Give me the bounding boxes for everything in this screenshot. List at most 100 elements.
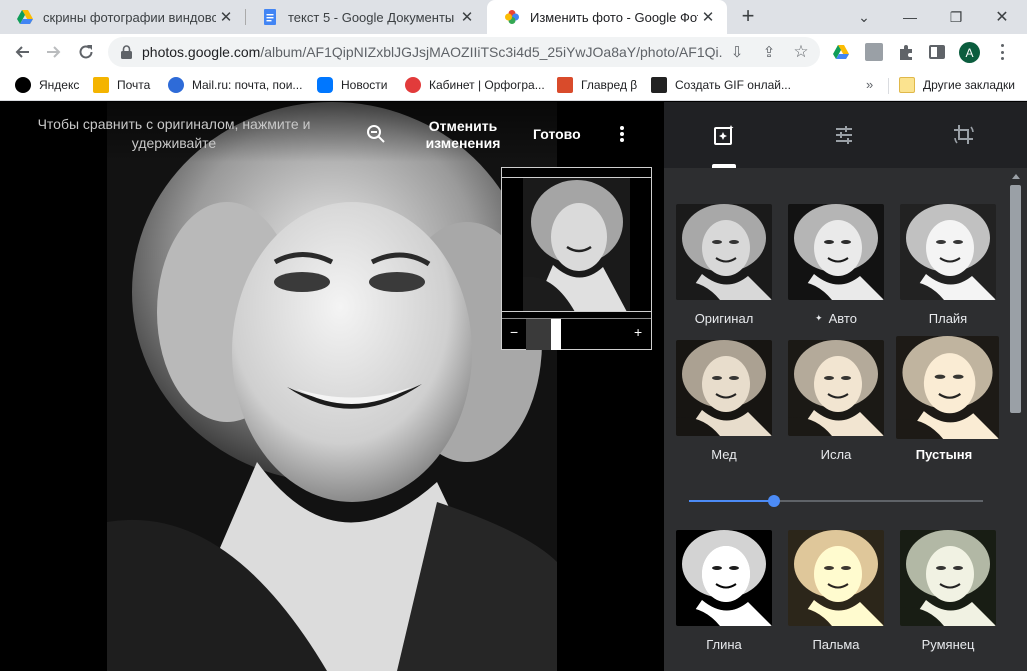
extensions-puzzle-icon[interactable]	[897, 43, 915, 61]
lock-icon[interactable]	[121, 45, 132, 59]
bookmark-star-icon[interactable]: ☆	[792, 42, 810, 61]
photo-filter-icon	[714, 125, 734, 145]
edited-photo[interactable]	[107, 102, 557, 671]
bookmark-gif-tool[interactable]: Создать GIF онлай...	[651, 76, 791, 94]
tab-crop-rotate[interactable]	[904, 102, 1024, 168]
navigator-zoom-out[interactable]: −	[510, 324, 518, 340]
reload-button[interactable]	[72, 38, 100, 66]
filter-label-row: Исла	[788, 447, 884, 462]
install-app-icon[interactable]: ⇩	[728, 43, 746, 61]
address-bar[interactable]: photos.google.com/album/AF1QipNIZxblJGJs…	[108, 37, 820, 67]
filter-thumbnail	[676, 204, 772, 300]
filter-portrait-illustration	[788, 340, 884, 436]
browser-tab-strip: скрины фотографии виндовс – ✕ текст 5 - …	[0, 0, 1027, 34]
bookmark-yandex[interactable]: Яндекс	[15, 76, 79, 94]
restore-window-icon[interactable]: ❐	[933, 0, 979, 34]
filter-thumbnail	[676, 340, 772, 436]
photo-editor-canvas: Чтобы сравнить с оригиналом, нажмите и у…	[0, 102, 664, 671]
bookmark-orfogrammka[interactable]: Кабинет | Орфогра...	[405, 76, 545, 94]
other-bookmarks-folder[interactable]: Другие закладки	[899, 76, 1015, 94]
google-photos-icon	[505, 10, 519, 24]
filter-thumbnail	[788, 340, 884, 436]
close-tab-icon[interactable]: ✕	[216, 7, 236, 27]
edit-mode-tabs	[664, 102, 1027, 168]
back-button[interactable]	[8, 38, 36, 66]
tab-title: текст 5 - Google Документы	[288, 9, 455, 25]
filter-isla[interactable]: Исла	[788, 340, 884, 462]
bookmark-label: Яндекс	[39, 78, 80, 92]
filter-palma[interactable]: Пальма	[788, 530, 884, 652]
slider-fill	[689, 500, 774, 502]
close-tab-icon[interactable]: ✕	[457, 7, 477, 27]
filter-clay[interactable]: Глина	[676, 530, 772, 652]
bookmark-label: Почта	[117, 78, 151, 92]
bookmark-mail[interactable]: Почта	[93, 76, 150, 94]
panel-scrollbar-thumb[interactable]	[1010, 185, 1021, 413]
bookmarks-bar: Яндекс Почта Mail.ru: почта, пои... Ново…	[0, 70, 1027, 101]
filter-portrait-illustration	[676, 204, 772, 300]
folder-icon	[899, 77, 915, 93]
filter-desert[interactable]: Пустыня	[896, 336, 999, 462]
google-docs-icon	[264, 9, 276, 25]
filter-original[interactable]: Оригинал	[676, 204, 772, 326]
filter-portrait-illustration	[676, 340, 772, 436]
navigator-viewport-frame[interactable]	[502, 177, 651, 312]
minimize-window-icon[interactable]: —	[887, 0, 933, 34]
filter-blush[interactable]: Румянец	[900, 530, 996, 652]
tab-docs[interactable]: текст 5 - Google Документы ✕	[245, 0, 486, 34]
tab-search-icon[interactable]: ⌄	[841, 0, 887, 34]
zoom-out-icon[interactable]	[366, 124, 386, 144]
chrome-menu-icon[interactable]	[994, 42, 1010, 62]
navigator-zoom-track[interactable]	[526, 319, 551, 350]
filter-portrait-illustration	[676, 530, 772, 626]
filter-auto[interactable]: ✦ Авто	[788, 204, 884, 326]
scroll-up-arrow-icon[interactable]	[1012, 174, 1020, 179]
close-window-icon[interactable]: ✕	[979, 0, 1025, 34]
extension-photo-icon[interactable]	[865, 43, 883, 61]
tab-title: Изменить фото - Google Фото	[530, 9, 698, 25]
filter-label: Оригинал	[694, 311, 754, 326]
bookmark-label: Mail.ru: почта, пои...	[192, 78, 303, 92]
filter-thumbnail	[900, 530, 996, 626]
filter-portrait-illustration	[900, 204, 996, 300]
filter-honey[interactable]: Мед	[676, 340, 772, 462]
more-options-icon[interactable]	[616, 124, 628, 144]
more-bookmarks-button[interactable]: »	[866, 77, 873, 92]
tab-photos-active[interactable]: Изменить фото - Google Фото ✕	[487, 0, 727, 34]
filter-thumbnail	[900, 204, 996, 300]
bookmark-mailru[interactable]: Mail.ru: почта, пои...	[168, 76, 302, 94]
share-icon[interactable]: ⇪	[760, 43, 778, 61]
google-drive-extension-icon[interactable]	[832, 43, 850, 61]
tab-drive[interactable]: скрины фотографии виндовс – ✕	[0, 0, 245, 34]
glavred-icon	[557, 77, 573, 93]
browser-toolbar: photos.google.com/album/AF1QipNIZxblJGJs…	[0, 34, 1027, 70]
tab-adjust[interactable]	[784, 102, 904, 168]
side-panel-icon[interactable]	[928, 43, 946, 61]
new-tab-button[interactable]: +	[737, 5, 759, 28]
mail-icon	[93, 77, 109, 93]
tune-sliders-icon	[836, 126, 852, 144]
bookmark-label: Главред β	[581, 78, 638, 92]
other-bookmarks-label: Другие закладки	[923, 78, 1015, 92]
profile-avatar[interactable]: A	[959, 42, 980, 63]
done-button[interactable]: Готово	[533, 126, 581, 142]
filter-thumbnail	[896, 336, 999, 439]
tab-filters[interactable]	[664, 102, 784, 168]
slider-handle[interactable]	[768, 495, 780, 507]
bookmark-vk-news[interactable]: Новости	[317, 76, 387, 94]
forward-button[interactable]	[40, 38, 68, 66]
filter-playa[interactable]: Плайя	[900, 204, 996, 326]
close-tab-icon[interactable]: ✕	[698, 7, 718, 27]
bookmark-label: Создать GIF онлай...	[675, 78, 791, 92]
filter-label-row: Пустыня	[896, 447, 992, 462]
navigator-zoom-handle[interactable]	[551, 319, 561, 350]
bookmark-glavred[interactable]: Главред β	[557, 76, 637, 94]
filter-label-row: ✦ Авто	[788, 311, 884, 326]
filter-intensity-slider[interactable]	[689, 495, 983, 507]
url-path: /album/AF1QipNIZxblJGJsjMAOZIIiTSc3i4d5_…	[260, 44, 722, 60]
zoom-navigator[interactable]: − +	[501, 167, 652, 350]
revert-changes-button[interactable]: Отменить изменения	[419, 118, 507, 152]
bookmark-label: Новости	[341, 78, 388, 92]
filter-portrait-illustration	[896, 336, 999, 439]
navigator-zoom-in[interactable]: +	[634, 324, 642, 340]
